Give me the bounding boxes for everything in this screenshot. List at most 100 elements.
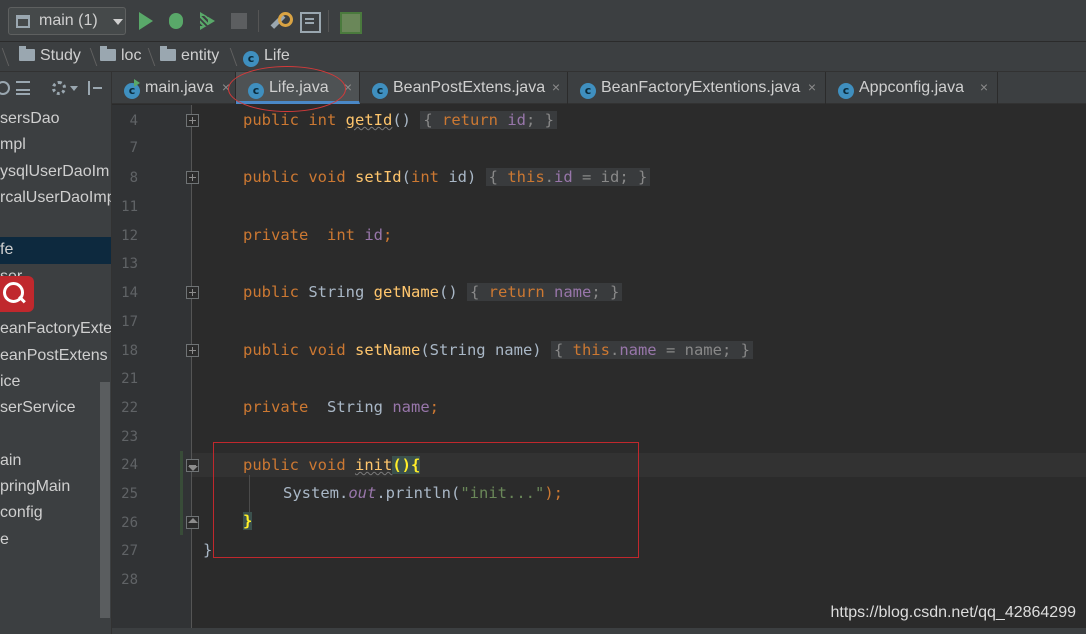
string-literal: "init..."	[460, 484, 545, 502]
run-icon[interactable]	[134, 9, 158, 33]
field-name: name	[553, 283, 592, 301]
tree-item[interactable]: mpl	[0, 132, 111, 158]
breadcrumb-separator	[0, 48, 10, 66]
line-number: 28	[121, 572, 138, 588]
tab-beanpostextens-java[interactable]: c BeanPostExtens.java ×	[360, 72, 568, 104]
build-icon[interactable]	[266, 9, 293, 33]
close-icon[interactable]: ×	[342, 80, 354, 94]
tree-item[interactable]	[0, 422, 111, 448]
gear-icon[interactable]	[52, 81, 66, 95]
main-toolbar: main (1)	[0, 0, 1086, 42]
code-text: {	[423, 111, 443, 129]
code-editor[interactable]: 4 7 8 11 12 13 14 17 18 21 22 23 24 25 2…	[112, 105, 1086, 634]
fold-expand-icon[interactable]	[186, 171, 199, 184]
search-icon[interactable]	[0, 276, 34, 312]
close-icon[interactable]: ×	[806, 80, 818, 94]
line-number: 24	[121, 457, 138, 473]
stop-icon[interactable]	[227, 9, 251, 33]
fold-expand-icon[interactable]	[186, 114, 199, 127]
tree-item[interactable]: ice	[0, 369, 111, 395]
code-text: ()	[392, 111, 411, 129]
hide-panel-icon[interactable]	[88, 81, 102, 95]
code-text: (	[401, 168, 411, 186]
folded-block[interactable]: { this.id = id; }	[485, 168, 651, 186]
code-text: .	[609, 341, 620, 359]
tab-label: main.java	[145, 79, 214, 96]
breadcrumb-item-study[interactable]: Study	[19, 46, 81, 67]
breadcrumb-item-loc[interactable]: loc	[100, 46, 141, 67]
method-name: setId	[354, 168, 402, 186]
method-name: getId	[345, 111, 393, 129]
keyword: private int	[243, 226, 365, 244]
scroll-from-source-icon[interactable]	[0, 81, 10, 95]
breadcrumb-separator	[140, 48, 156, 66]
code-text: ; }	[721, 341, 750, 359]
code-text: ; }	[526, 111, 555, 129]
code-line-22: private String name;	[243, 398, 439, 416]
breadcrumb-item-entity[interactable]: entity	[160, 46, 219, 67]
folder-icon	[160, 46, 176, 61]
close-icon[interactable]: ×	[550, 80, 562, 94]
keyword: public int	[243, 111, 346, 129]
line-number: 4	[129, 113, 138, 129]
fold-expand-icon[interactable]	[186, 286, 199, 299]
project-structure-icon[interactable]	[297, 9, 321, 33]
matched-brace: (){	[392, 456, 421, 474]
code-line-12: private int id;	[243, 226, 392, 244]
debug-icon[interactable]	[164, 9, 188, 33]
close-icon[interactable]: ×	[220, 80, 232, 94]
editor-horizontal-scrollbar[interactable]	[112, 628, 1086, 634]
code-line-4: public int getId() { return id; }	[243, 111, 558, 129]
keyword: public void	[243, 456, 355, 474]
breadcrumb-item-life[interactable]: c Life	[243, 47, 290, 67]
project-tree: sersDao mpl ysqlUserDaoIm rcalUserDaoImp…	[0, 106, 111, 553]
chevron-down-icon	[113, 19, 123, 25]
line-number: 18	[121, 343, 138, 359]
code-line-14: public String getName() { return name; }	[243, 283, 623, 301]
tree-item[interactable]: config	[0, 500, 111, 526]
code-text: );	[544, 484, 563, 502]
breadcrumb: Study loc entity c Life	[0, 42, 1086, 72]
tab-main-java[interactable]: c main.java ×	[112, 72, 236, 104]
tree-item[interactable]: sersDao	[0, 106, 111, 132]
keyword: private	[243, 398, 327, 416]
tab-life-java[interactable]: c Life.java ×	[236, 72, 360, 104]
tree-item-selected[interactable]: fe	[0, 237, 111, 264]
close-icon[interactable]: ×	[978, 80, 990, 94]
class-icon: c	[248, 83, 264, 99]
tree-item[interactable]: ain	[0, 448, 111, 474]
collapse-all-icon[interactable]	[16, 81, 30, 95]
code-line-26: }	[243, 512, 253, 530]
sdk-icon[interactable]	[337, 9, 362, 34]
tree-item[interactable]: serService	[0, 395, 111, 421]
tree-item[interactable]: ysqlUserDaoIm	[0, 159, 111, 185]
tree-item[interactable]: rcalUserDaoImp	[0, 185, 111, 211]
run-with-coverage-icon[interactable]	[196, 9, 220, 33]
code-text: String	[308, 283, 374, 301]
fold-collapse-icon[interactable]	[186, 459, 199, 472]
tree-item[interactable]: pringMain	[0, 474, 111, 500]
folded-block[interactable]: { this.name = name; }	[550, 341, 753, 359]
tree-item[interactable]	[0, 211, 111, 237]
code-text: .	[544, 168, 555, 186]
keyword: public	[243, 283, 309, 301]
keyword: public void	[243, 168, 355, 186]
fold-expand-icon[interactable]	[186, 344, 199, 357]
folder-icon	[19, 46, 35, 61]
field-name: name	[619, 341, 657, 359]
folded-block[interactable]: { return name; }	[466, 283, 623, 301]
field-name: name	[392, 398, 430, 416]
sidebar-scrollbar[interactable]	[100, 382, 110, 618]
tree-item[interactable]: eanPostExtens	[0, 343, 111, 369]
folded-block[interactable]: { return id; }	[420, 111, 558, 129]
tree-item[interactable]: e	[0, 527, 111, 553]
run-configuration-dropdown[interactable]: main (1)	[8, 7, 126, 35]
tab-appconfig-java[interactable]: c Appconfig.java ×	[826, 72, 998, 104]
fold-end-icon[interactable]	[186, 516, 199, 529]
code-text: (String name)	[420, 341, 551, 359]
method-name: init	[354, 456, 393, 474]
code-text: {	[553, 341, 573, 359]
tab-beanfactoryextentions-java[interactable]: c BeanFactoryExtentions.java ×	[568, 72, 826, 104]
line-number: 8	[129, 170, 138, 186]
tree-item[interactable]: eanFactoryExte	[0, 316, 111, 342]
